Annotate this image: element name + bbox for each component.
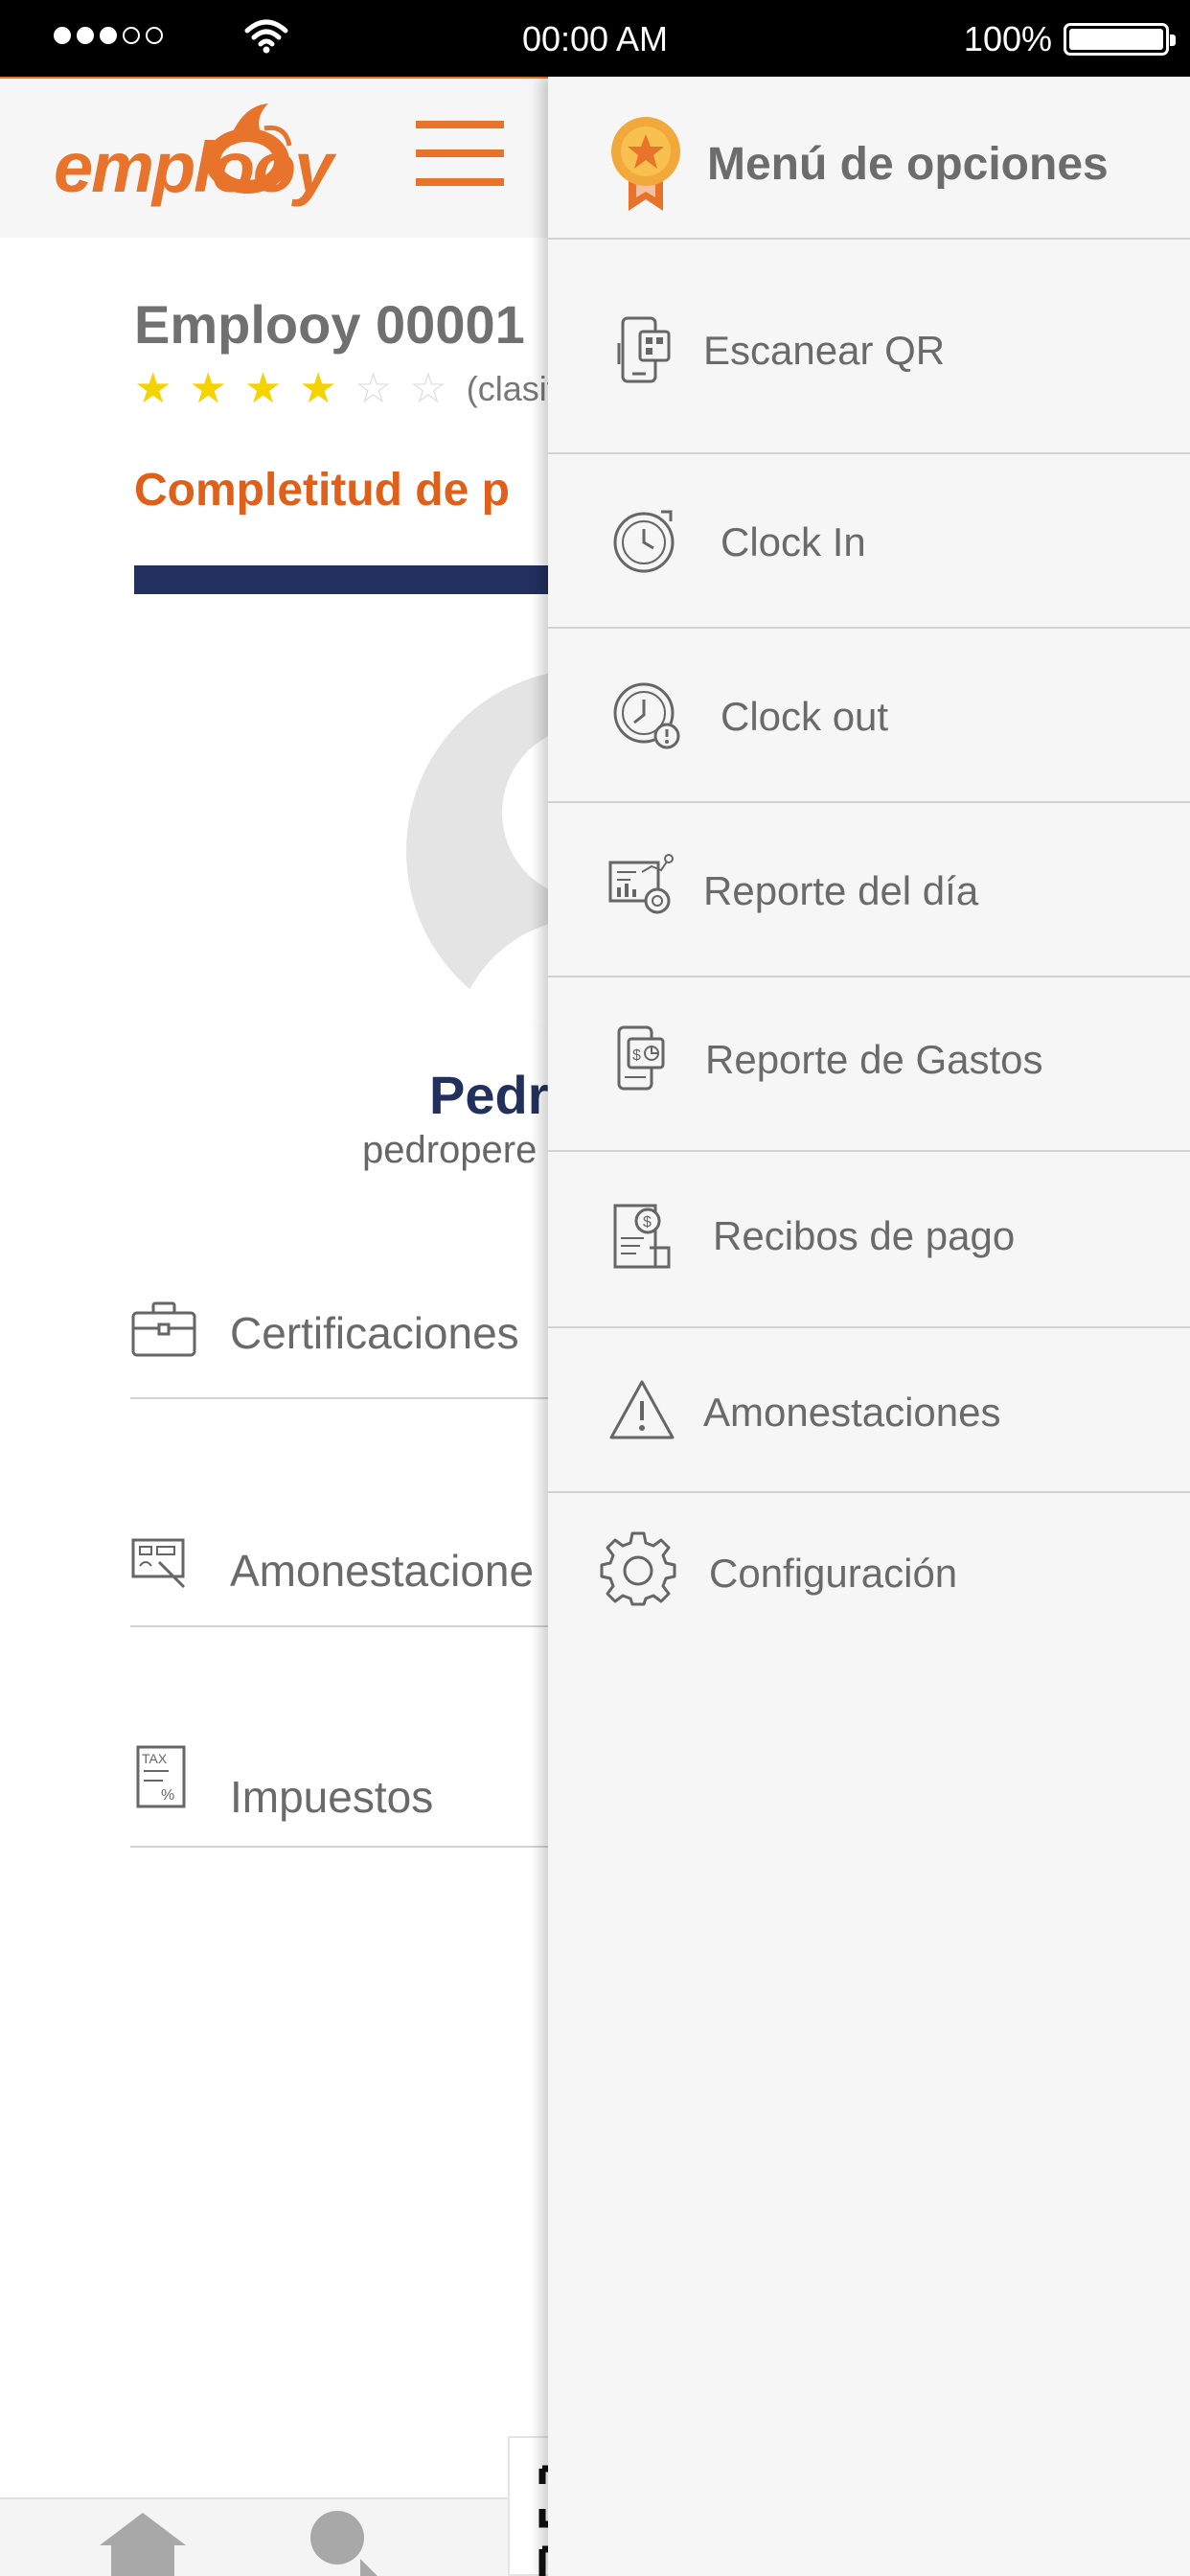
menu-toggle-button[interactable] (416, 121, 504, 190)
pay-receipt-icon: $ (613, 1204, 671, 1269)
rating-stars: ★ ★ ★ ★ ☆ ☆ (clasifi (134, 368, 564, 410)
star-filled-icon: ★ (189, 365, 227, 412)
logo-text: emplooy (54, 127, 333, 207)
tax-document-icon: TAX % (136, 1745, 186, 1808)
daily-report-icon (608, 854, 674, 914)
menu-item-label: Recibos de pago (713, 1213, 1016, 1258)
battery-percentage: 100% (963, 19, 1052, 58)
star-empty-icon: ☆ (409, 365, 447, 412)
gear-icon (600, 1531, 676, 1606)
menu-item-label: Configuración (709, 1551, 958, 1596)
svg-text:$: $ (643, 1214, 652, 1230)
menu-item-label: Reporte de Gastos (705, 1037, 1043, 1082)
menu-item-clock-out[interactable]: Clock out (548, 629, 1190, 803)
star-filled-icon: ★ (299, 365, 337, 412)
profile-title: Emplooy 00001 (134, 294, 525, 355)
qr-scan-phone-icon (617, 316, 671, 383)
menu-item-recibos-de-pago[interactable]: $ Recibos de pago (548, 1152, 1190, 1328)
profile-tab-icon[interactable] (303, 2511, 389, 2576)
menu-item-reporte-del-dia[interactable]: Reporte del día (548, 803, 1190, 978)
app-logo: emplooy (54, 104, 341, 222)
menu-item-clock-in[interactable]: Clock In (548, 454, 1190, 629)
section-label: Certificaciones (230, 1308, 519, 1358)
user-name: Pedr (429, 1065, 549, 1125)
menu-item-amonestaciones[interactable]: Amonestaciones (548, 1328, 1190, 1493)
briefcase-icon (131, 1301, 196, 1357)
svg-text:$: $ (632, 1047, 641, 1064)
whiteboard-icon (131, 1538, 186, 1589)
section-label: Amonestacione (230, 1546, 535, 1596)
battery-icon (1064, 23, 1176, 56)
menu-item-label: Escanear QR (703, 328, 946, 373)
svg-text:%: % (161, 1787, 174, 1804)
clock-out-icon (613, 682, 680, 749)
star-filled-icon: ★ (243, 365, 283, 412)
star-empty-icon: ☆ (354, 365, 393, 412)
expense-report-icon: $ (617, 1025, 665, 1091)
svg-text:TAX: TAX (142, 1751, 168, 1766)
medal-icon (611, 117, 680, 211)
menu-item-reporte-de-gastos[interactable]: $ Reporte de Gastos (548, 978, 1190, 1152)
clock-in-icon (613, 510, 675, 573)
menu-item-label: Clock out (721, 694, 889, 739)
profile-completeness-label: Completitud de p (134, 465, 510, 516)
drawer-title: Menú de opciones (707, 139, 1109, 190)
menu-item-label: Reporte del día (703, 868, 979, 913)
section-label: Impuestos (230, 1772, 434, 1822)
drawer-header: Menú de opciones (548, 77, 1190, 240)
menu-item-label: Clock In (721, 519, 866, 564)
menu-item-label: Amonestaciones (703, 1390, 1001, 1435)
warning-icon (609, 1380, 675, 1439)
menu-item-configuracion[interactable]: Configuración (548, 1493, 1190, 1666)
status-bar: 00:00 AM 100% (0, 0, 1190, 77)
menu-item-escanear-qr[interactable]: Escanear QR (548, 240, 1190, 454)
home-tab-icon[interactable] (100, 2513, 186, 2576)
user-email: pedropere (362, 1129, 538, 1171)
star-filled-icon: ★ (134, 365, 172, 412)
side-drawer-menu: Menú de opciones Escanear QR Clock In Cl… (548, 77, 1190, 2576)
